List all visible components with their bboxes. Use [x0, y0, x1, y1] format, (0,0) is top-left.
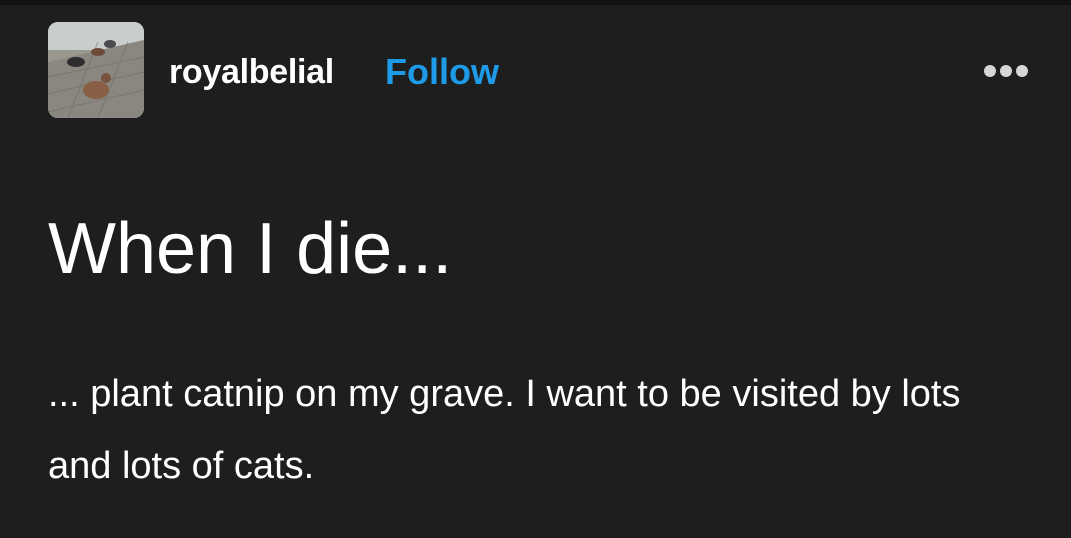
follow-button[interactable]: Follow	[385, 52, 499, 92]
avatar[interactable]	[48, 22, 144, 118]
post-title: When I die...	[48, 209, 453, 289]
post-body: ... plant catnip on my grave. I want to …	[48, 373, 961, 487]
dot-icon	[984, 65, 996, 77]
post-header: royalbelial Follow	[48, 22, 1038, 118]
dot-icon	[1016, 65, 1028, 77]
dot-icon	[1000, 65, 1012, 77]
post-card: royalbelial Follow When I die... ... pla…	[0, 0, 1071, 538]
author-username[interactable]: royalbelial	[169, 52, 334, 92]
pigeons-photo-avatar	[48, 22, 144, 118]
more-options-icon[interactable]	[984, 64, 1036, 78]
